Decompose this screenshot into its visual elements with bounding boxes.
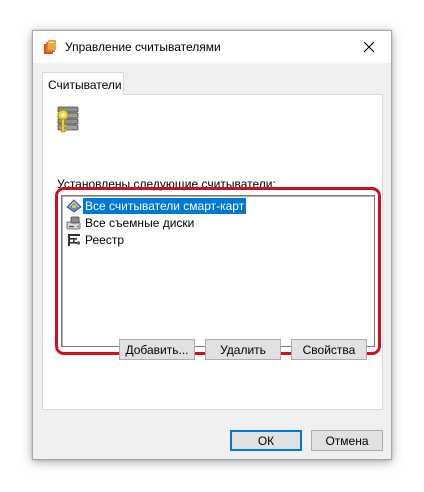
close-icon [363, 41, 375, 53]
add-button[interactable]: Добавить... [119, 339, 195, 360]
removable-disk-icon [66, 216, 81, 230]
remove-button[interactable]: Удалить [205, 339, 281, 360]
close-button[interactable] [347, 31, 391, 63]
app-icon [44, 40, 56, 54]
list-item-registry[interactable]: Реестр [66, 232, 126, 248]
properties-button[interactable]: Свойства [291, 339, 367, 360]
list-item-removable-disks[interactable]: Все съемные диски [66, 215, 196, 231]
reader-management-dialog: Управление считывателями Считыватели Уст… [32, 30, 392, 460]
tab-panel-readers: Установлены следующие считыватели: Все с… [42, 94, 383, 410]
tab-readers-label: Считыватели [48, 78, 122, 92]
window-title: Управление считывателями [65, 40, 221, 54]
list-item-smartcard-readers[interactable]: Все считыватели смарт-карт [66, 198, 247, 214]
tab-readers[interactable]: Считыватели [42, 72, 124, 95]
title-bar[interactable]: Управление считывателями [33, 31, 391, 63]
list-item-label: Все считыватели смарт-карт [83, 198, 247, 214]
list-item-label: Реестр [85, 233, 124, 247]
registry-icon [68, 234, 80, 246]
readers-listbox[interactable]: Все считыватели смарт-карт Все съемные д… [61, 195, 375, 347]
list-item-label: Все съемные диски [85, 216, 195, 230]
smartcard-icon [66, 199, 82, 213]
cancel-button[interactable]: Отмена [311, 430, 383, 451]
ok-button[interactable]: ОК [230, 430, 302, 451]
card-reader-key-icon [57, 106, 79, 133]
